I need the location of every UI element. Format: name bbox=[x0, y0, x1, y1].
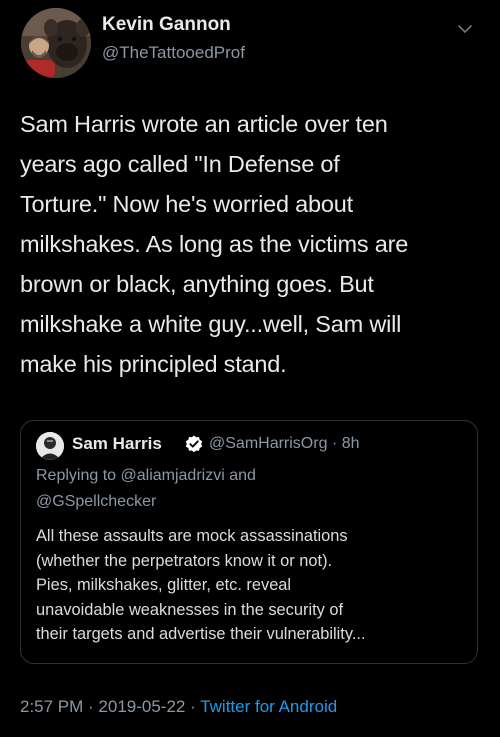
mention-link[interactable]: @GSpellchecker bbox=[36, 493, 156, 510]
tweet-timestamp[interactable]: 2:57 PM · 2019-05-22 · bbox=[20, 697, 200, 716]
author-name[interactable]: Kevin Gannon bbox=[102, 14, 231, 36]
replying-and: and bbox=[229, 467, 256, 484]
author-handle[interactable]: @TheTattooedProf bbox=[102, 43, 245, 63]
verified-badge-icon bbox=[184, 434, 204, 454]
quoted-author-name[interactable]: Sam Harris bbox=[72, 434, 162, 454]
replying-to: Replying to @aliamjadrizvi and @GSpellch… bbox=[36, 463, 456, 515]
author-avatar[interactable] bbox=[21, 8, 91, 78]
replying-prefix: Replying to bbox=[36, 467, 117, 484]
tweet-body: Sam Harris wrote an article over ten yea… bbox=[20, 111, 409, 377]
quoted-tweet-text: All these assaults are mock assassinatio… bbox=[36, 527, 366, 643]
tweet-source-link[interactable]: Twitter for Android bbox=[200, 697, 337, 716]
tweet-meta: 2:57 PM · 2019-05-22 · Twitter for Andro… bbox=[20, 697, 337, 717]
chevron-down-icon[interactable] bbox=[456, 22, 474, 36]
quoted-tweet[interactable]: Sam Harris @SamHarrisOrg · 8h Replying t… bbox=[20, 420, 478, 664]
quoted-handle-time: @SamHarrisOrg · 8h bbox=[209, 435, 360, 452]
quoted-author-avatar[interactable] bbox=[36, 432, 64, 460]
tweet: Kevin Gannon @TheTattooedProf Sam Harris… bbox=[0, 0, 500, 737]
mention-link[interactable]: @aliamjadrizvi bbox=[121, 467, 225, 484]
